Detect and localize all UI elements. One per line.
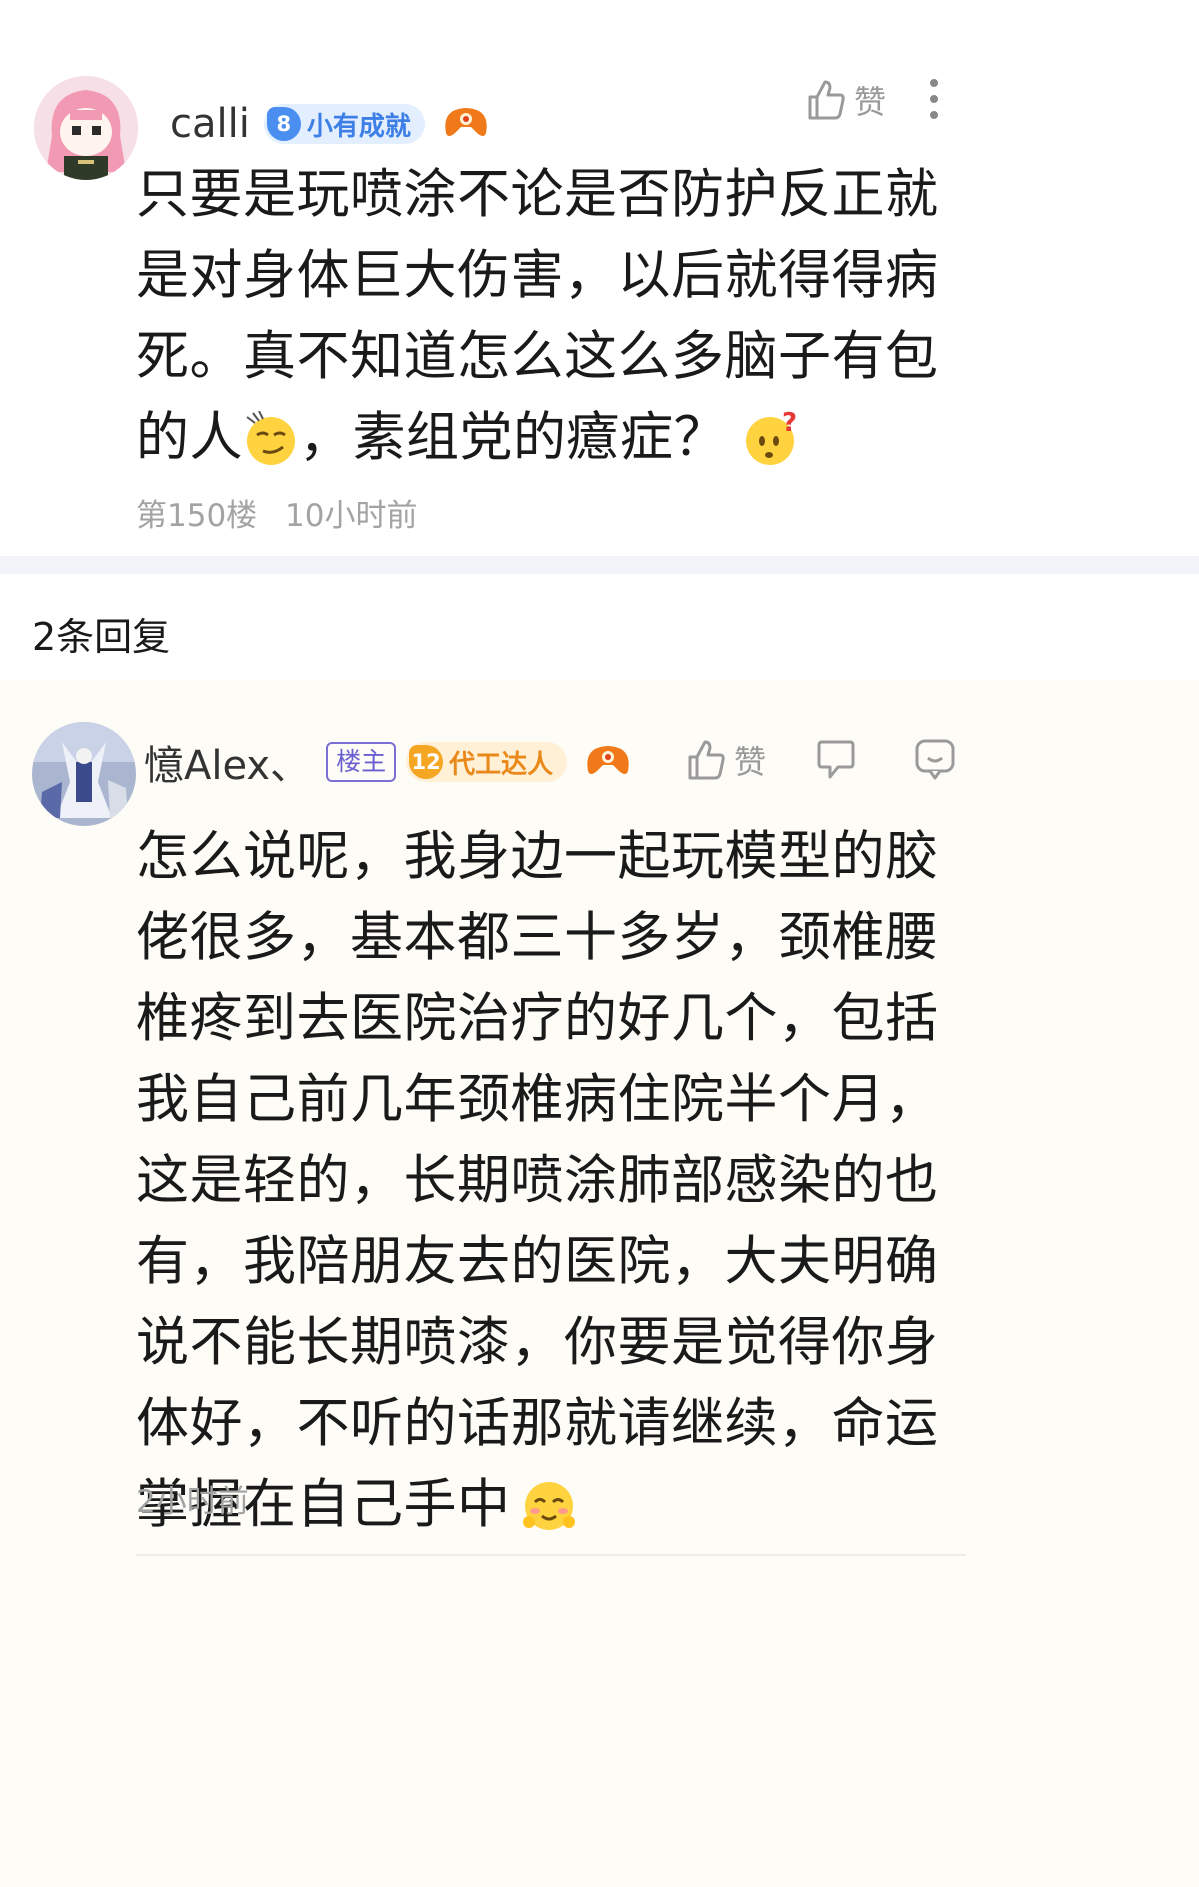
- level-badge[interactable]: 12 代工达人: [406, 742, 568, 782]
- reply-header: 憶Alex、 楼主 12 代工达人: [144, 733, 631, 791]
- bottom-divider: [136, 1554, 966, 1556]
- blush-emoji-icon: [521, 1476, 577, 1557]
- avatar[interactable]: [32, 722, 136, 826]
- level-title: 小有成就: [306, 111, 411, 142]
- reply-card: 憶Alex、 楼主 12 代工达人 赞 怎么说呢，我身边一起玩模型的胶佬很多，基…: [0, 680, 1199, 1887]
- reply-bubble-icon[interactable]: [914, 738, 956, 782]
- like-label: 赞: [854, 83, 887, 121]
- level-title: 代工达人: [449, 749, 554, 780]
- gamepad-icon: [585, 743, 631, 781]
- question-emoji-icon: ?: [744, 408, 800, 490]
- gamepad-icon: [443, 105, 489, 143]
- more-options-icon[interactable]: [924, 78, 944, 120]
- like-button[interactable]: 赞: [686, 738, 766, 782]
- section-divider: [0, 556, 1199, 574]
- thumbs-up-icon: [688, 740, 725, 780]
- post-time: 10小时前: [285, 498, 418, 534]
- username[interactable]: calli: [170, 101, 250, 147]
- reply-content: 怎么说呢，我身边一起玩模型的胶佬很多，基本都三十多岁，颈椎腰椎疼到去医院治疗的好…: [136, 816, 976, 1557]
- reply-time: 2小时前: [136, 1484, 249, 1520]
- post-header: calli 8 小有成就: [170, 98, 489, 150]
- reply-content-text: 怎么说呢，我身边一起玩模型的胶佬很多，基本都三十多岁，颈椎腰椎疼到去医院治疗的好…: [136, 826, 939, 1535]
- level-number: 8: [266, 107, 301, 141]
- username[interactable]: 憶Alex、: [144, 733, 310, 791]
- floor-number: 第150楼: [136, 498, 258, 534]
- replies-count-header: 2条回复: [32, 615, 171, 659]
- post-content: 只要是玩喷涂不论是否防护反正就是对身体巨大伤害，以后就得得病死。真不知道怎么这么…: [136, 154, 976, 490]
- like-button[interactable]: 赞: [806, 78, 886, 122]
- avatar[interactable]: [34, 76, 138, 180]
- level-badge[interactable]: 8 小有成就: [263, 104, 425, 144]
- level-number: 12: [409, 745, 444, 779]
- like-label: 赞: [734, 743, 767, 781]
- author-tag: 楼主: [326, 742, 397, 782]
- thumbs-up-icon: [808, 80, 845, 120]
- svg-text:?: ?: [782, 411, 798, 438]
- post-content-text-2: ，素组党的癔症？: [299, 407, 745, 468]
- smirk-emoji-icon: [243, 409, 299, 490]
- comment-icon[interactable]: [816, 738, 856, 782]
- post-meta: 第150楼 10小时前: [136, 490, 417, 535]
